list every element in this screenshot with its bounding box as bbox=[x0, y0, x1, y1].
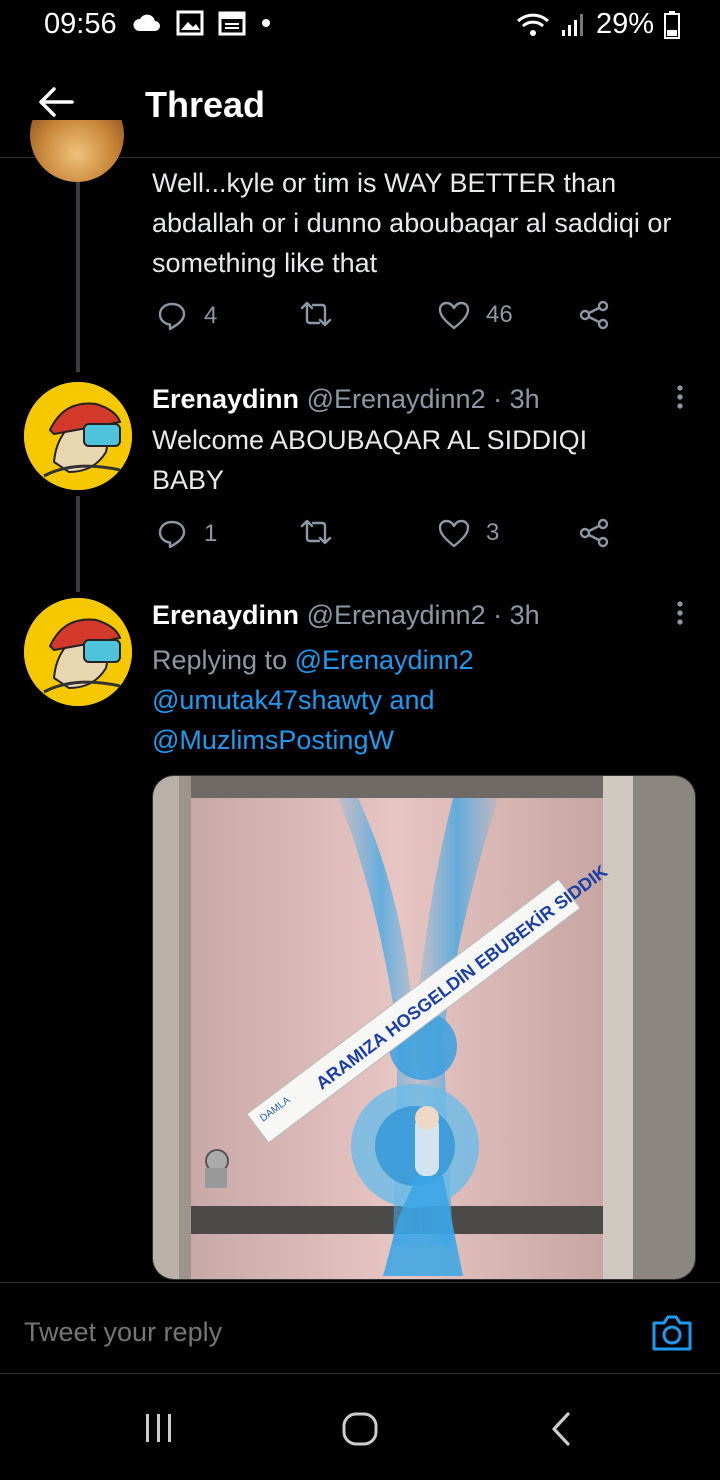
like-button[interactable]: 3 bbox=[438, 518, 499, 548]
heart-icon bbox=[438, 301, 470, 330]
more-options-icon[interactable] bbox=[668, 382, 692, 416]
status-bar: 09:56 29% bbox=[0, 0, 720, 52]
signal-icon bbox=[561, 13, 583, 36]
avatar-image bbox=[24, 598, 132, 706]
like-count: 3 bbox=[486, 519, 500, 546]
tweet-media-image[interactable]: ARAMIZA HOSGELDİN EBUBEKİR SIDDIK DAMLA bbox=[152, 775, 696, 1280]
replying-to: Replying to @Erenaydinn2 @umutak47shawty… bbox=[152, 640, 692, 760]
reply-icon bbox=[158, 520, 186, 549]
avatar[interactable] bbox=[24, 382, 132, 490]
avatar-image bbox=[24, 382, 132, 490]
tweet-text: Welcome ABOUBAQAR AL SIDDIQI BABY bbox=[152, 425, 588, 495]
tweet-author[interactable]: Erenaydinn @Erenaydinn2 · 3h bbox=[152, 382, 540, 416]
retweet-button[interactable] bbox=[298, 300, 334, 328]
tweet-text: Well...kyle or tim is WAY BETTER than ab… bbox=[152, 168, 672, 278]
tweet-author[interactable]: Erenaydinn @Erenaydinn2 · 3h bbox=[152, 598, 540, 632]
page-title: Thread bbox=[145, 84, 266, 125]
status-time: 09:56 bbox=[44, 8, 117, 40]
battery-percent: 29% bbox=[595, 8, 654, 40]
home-icon[interactable] bbox=[340, 1411, 380, 1447]
cloud-icon bbox=[133, 14, 160, 31]
camera-icon[interactable] bbox=[650, 1313, 694, 1353]
retweet-button[interactable] bbox=[298, 518, 334, 546]
reply-icon bbox=[158, 302, 186, 331]
avatar[interactable] bbox=[24, 598, 132, 706]
reply-button[interactable]: 1 bbox=[156, 518, 217, 550]
tweet-actions: 1 3 bbox=[152, 518, 622, 558]
reply-count: 4 bbox=[204, 302, 218, 329]
mention-link[interactable]: @MuzlimsPostingW bbox=[152, 725, 394, 755]
heart-icon bbox=[438, 519, 470, 548]
share-icon bbox=[579, 518, 609, 548]
back-arrow-icon[interactable] bbox=[36, 82, 76, 122]
handle-and-time: @Erenaydinn2 · 3h bbox=[306, 384, 540, 414]
and-others-link[interactable]: and bbox=[382, 685, 435, 715]
recent-apps-icon[interactable] bbox=[142, 1411, 176, 1445]
share-icon bbox=[579, 300, 609, 330]
system-nav-bar bbox=[0, 1375, 720, 1480]
mention-link[interactable]: @umutak47shawty bbox=[152, 685, 382, 715]
like-button[interactable]: 46 bbox=[438, 300, 513, 330]
wifi-icon bbox=[516, 13, 549, 36]
reply-button[interactable]: 4 bbox=[156, 300, 217, 332]
handle-and-time: @Erenaydinn2 · 3h bbox=[306, 600, 540, 630]
display-name[interactable]: Erenaydinn bbox=[152, 384, 299, 414]
dot-icon bbox=[262, 19, 270, 27]
thread-line bbox=[76, 180, 80, 372]
more-options-icon[interactable] bbox=[668, 598, 692, 632]
calendar-icon bbox=[218, 11, 246, 36]
avatar[interactable] bbox=[30, 120, 124, 182]
retweet-icon bbox=[300, 301, 332, 327]
tweet-actions: 4 46 bbox=[152, 300, 622, 340]
back-nav-icon[interactable] bbox=[548, 1411, 574, 1447]
image-icon bbox=[176, 10, 204, 36]
thread-line bbox=[76, 496, 80, 592]
share-button[interactable] bbox=[578, 518, 610, 548]
display-name[interactable]: Erenaydinn bbox=[152, 600, 299, 630]
reply-input[interactable] bbox=[24, 1317, 584, 1348]
battery-icon bbox=[664, 10, 680, 39]
reply-count: 1 bbox=[204, 520, 218, 547]
mention-link[interactable]: @Erenaydinn2 bbox=[295, 645, 474, 675]
status-notification-icons bbox=[132, 10, 272, 36]
replying-to-label: Replying to bbox=[152, 645, 295, 675]
like-count: 46 bbox=[486, 301, 513, 328]
retweet-icon bbox=[300, 519, 332, 545]
photo-door-banner: ARAMIZA HOSGELDİN EBUBEKİR SIDDIK DAMLA bbox=[153, 776, 695, 1279]
reply-composer bbox=[0, 1282, 720, 1374]
share-button[interactable] bbox=[578, 300, 610, 330]
